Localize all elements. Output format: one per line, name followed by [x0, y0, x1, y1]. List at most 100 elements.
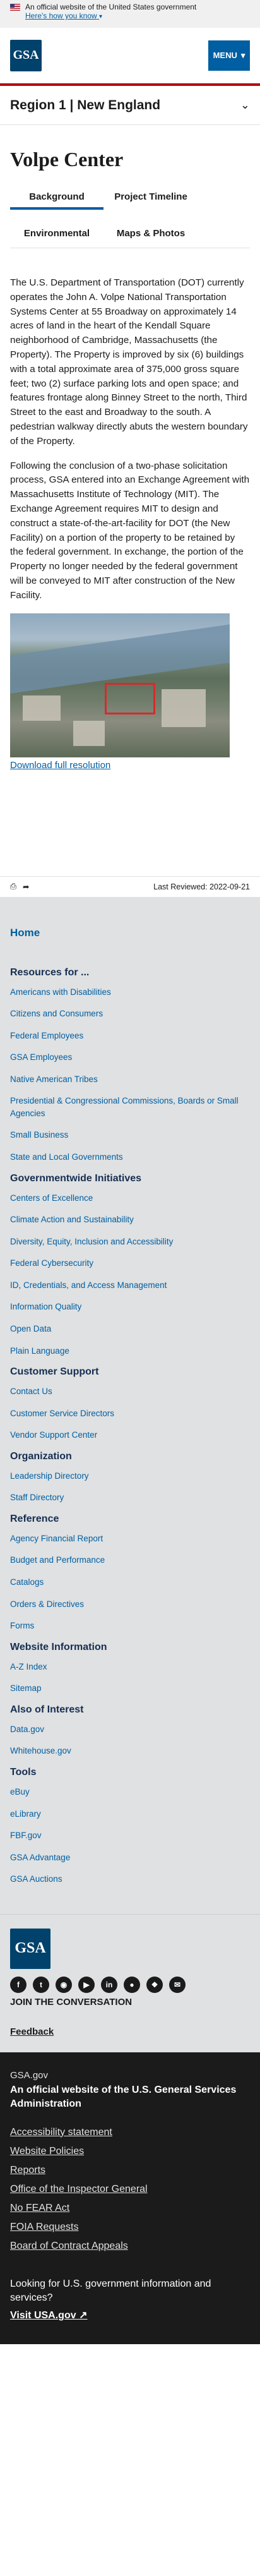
- instagram-icon[interactable]: ◉: [56, 1976, 72, 1993]
- nav-group-tools: Tools eBuy eLibrary FBF.gov GSA Advantag…: [10, 1767, 250, 1886]
- nav-link[interactable]: eLibrary: [10, 1808, 250, 1821]
- home-link[interactable]: Home: [10, 927, 250, 939]
- nav-link[interactable]: GSA Employees: [10, 1051, 250, 1064]
- no-fear-act-link[interactable]: No FEAR Act: [10, 2203, 250, 2214]
- nav-link[interactable]: Sitemap: [10, 1682, 250, 1695]
- foia-requests-link[interactable]: FOIA Requests: [10, 2222, 250, 2233]
- nav-link[interactable]: Leadership Directory: [10, 1470, 250, 1483]
- menu-label: MENU: [213, 51, 237, 60]
- tab-project-timeline[interactable]: Project Timeline: [103, 191, 198, 202]
- nav-link[interactable]: Contact Us: [10, 1385, 250, 1398]
- nav-group-title: Organization: [10, 1450, 72, 1462]
- flickr-icon[interactable]: ●: [124, 1976, 140, 1993]
- nav-group-title: Resources for ...: [10, 966, 90, 978]
- background-paragraph-1: The U.S. Department of Transportation (D…: [10, 277, 248, 447]
- how-you-know-label: Here's how you know: [25, 11, 97, 20]
- nav-link[interactable]: FBF.gov: [10, 1829, 250, 1842]
- last-reviewed-date: Last Reviewed: 2022-09-21: [153, 882, 250, 891]
- nav-link[interactable]: Data.gov: [10, 1723, 250, 1736]
- page-title: Volpe Center: [10, 148, 124, 171]
- nav-link[interactable]: eBuy: [10, 1786, 250, 1798]
- share-icon[interactable]: ➦: [23, 882, 29, 891]
- property-outline: [105, 682, 155, 714]
- external-link-icon: ↗: [79, 2310, 88, 2321]
- nav-link[interactable]: State and Local Governments: [10, 1151, 250, 1164]
- nav-link[interactable]: Federal Employees: [10, 1030, 250, 1042]
- nav-link[interactable]: Centers of Excellence: [10, 1192, 250, 1205]
- nav-link[interactable]: Open Data: [10, 1323, 250, 1335]
- facebook-icon[interactable]: f: [10, 1976, 27, 1993]
- aerial-photo: [10, 613, 230, 757]
- nav-link[interactable]: Orders & Directives: [10, 1598, 250, 1611]
- gsa-logo[interactable]: GSA: [10, 39, 42, 71]
- how-you-know-link[interactable]: Here's how you know ▾: [25, 11, 102, 20]
- identifier-domain: GSA.gov: [10, 2069, 49, 2081]
- identifier-official-text: An official website of the U.S. General …: [10, 2084, 237, 2110]
- tab-bar: Background Project Timeline Environmenta…: [0, 182, 260, 248]
- nav-link[interactable]: Plain Language: [10, 1345, 250, 1357]
- region-title: Region 1 | New England: [10, 97, 161, 112]
- nav-group-reference: Reference Agency Financial Report Budget…: [10, 1514, 250, 1632]
- nav-group-customer-support: Customer Support Contact Us Customer Ser…: [10, 1366, 250, 1441]
- nav-link[interactable]: Native American Tribes: [10, 1073, 250, 1086]
- nav-link[interactable]: Citizens and Consumers: [10, 1008, 250, 1020]
- feedback-link[interactable]: Feedback: [10, 2026, 250, 2037]
- review-bar: ⎙ ➦ Last Reviewed: 2022-09-21: [0, 876, 260, 898]
- nav-link[interactable]: ID, Credentials, and Access Management: [10, 1279, 250, 1292]
- inspector-general-link[interactable]: Office of the Inspector General: [10, 2184, 250, 2195]
- footer-social: GSA f t ◉ ▶ in ● ❖ ✉ JOIN THE CONVERSATI…: [0, 1913, 260, 2052]
- tab-maps-photos[interactable]: Maps & Photos: [103, 228, 198, 239]
- chevron-down-icon: ▾: [99, 13, 103, 20]
- youtube-icon[interactable]: ▶: [78, 1976, 95, 1993]
- nav-link[interactable]: Budget and Performance: [10, 1554, 250, 1567]
- menu-button[interactable]: MENU ▾: [208, 40, 250, 71]
- agency-identifier: GSA.gov An official website of the U.S. …: [0, 2052, 260, 2345]
- nav-link[interactable]: Catalogs: [10, 1576, 250, 1589]
- linkedin-icon[interactable]: in: [101, 1976, 117, 1993]
- join-conversation-heading: JOIN THE CONVERSATION: [10, 1996, 133, 2007]
- download-full-resolution-link[interactable]: Download full resolution: [10, 760, 110, 771]
- nav-link[interactable]: Agency Financial Report: [10, 1532, 250, 1545]
- board-of-contract-appeals-link[interactable]: Board of Contract Appeals: [10, 2241, 250, 2252]
- footer-site-nav: Home Resources for ... Americans with Di…: [0, 897, 260, 1914]
- nav-link[interactable]: GSA Auctions: [10, 1873, 250, 1886]
- print-icon[interactable]: ⎙: [10, 882, 16, 891]
- nav-group-resources: Resources for ... Americans with Disabil…: [10, 967, 250, 1164]
- nav-link[interactable]: Presidential & Congressional Commissions…: [10, 1095, 250, 1119]
- govdelivery-icon[interactable]: ❖: [146, 1976, 163, 1993]
- footer-gsa-logo[interactable]: GSA: [10, 1928, 50, 1969]
- email-icon[interactable]: ✉: [169, 1976, 186, 1993]
- nav-link[interactable]: Vendor Support Center: [10, 1429, 250, 1441]
- nav-link[interactable]: Forms: [10, 1620, 250, 1632]
- nav-link[interactable]: Climate Action and Sustainability: [10, 1213, 250, 1226]
- nav-link[interactable]: Federal Cybersecurity: [10, 1257, 250, 1270]
- usa-gov-prompt: Looking for U.S. government information …: [10, 2278, 211, 2303]
- menu-chevron-icon: ▾: [240, 50, 245, 60]
- nav-link[interactable]: A-Z Index: [10, 1661, 250, 1673]
- nav-link[interactable]: Small Business: [10, 1129, 250, 1141]
- nav-group-organization: Organization Leadership Directory Staff …: [10, 1451, 250, 1504]
- nav-link[interactable]: GSA Advantage: [10, 1851, 250, 1864]
- region-accordion[interactable]: Region 1 | New England ⌄: [0, 86, 260, 125]
- social-links: f t ◉ ▶ in ● ❖ ✉: [10, 1976, 250, 1993]
- visit-usa-gov-link[interactable]: Visit USA.gov ↗: [10, 2309, 250, 2321]
- building-shape: [73, 720, 105, 746]
- nav-group-title: Tools: [10, 1766, 37, 1778]
- tab-background[interactable]: Background: [10, 184, 103, 210]
- accessibility-statement-link[interactable]: Accessibility statement: [10, 2127, 250, 2138]
- nav-link[interactable]: Whitehouse.gov: [10, 1745, 250, 1757]
- nav-group-initiatives: Governmentwide Initiatives Centers of Ex…: [10, 1173, 250, 1357]
- nav-link[interactable]: Customer Service Directors: [10, 1407, 250, 1420]
- building-shape: [23, 695, 61, 721]
- nav-link[interactable]: Americans with Disabilities: [10, 986, 250, 999]
- building-shape: [162, 689, 206, 727]
- website-policies-link[interactable]: Website Policies: [10, 2146, 250, 2157]
- tab-environmental[interactable]: Environmental: [10, 228, 103, 239]
- nav-link[interactable]: Information Quality: [10, 1301, 250, 1313]
- gov-banner: An official website of the United States…: [0, 0, 260, 28]
- nav-link[interactable]: Staff Directory: [10, 1491, 250, 1504]
- reports-link[interactable]: Reports: [10, 2165, 250, 2176]
- twitter-icon[interactable]: t: [33, 1976, 49, 1993]
- chevron-down-icon: ⌄: [240, 99, 250, 111]
- nav-link[interactable]: Diversity, Equity, Inclusion and Accessi…: [10, 1236, 250, 1248]
